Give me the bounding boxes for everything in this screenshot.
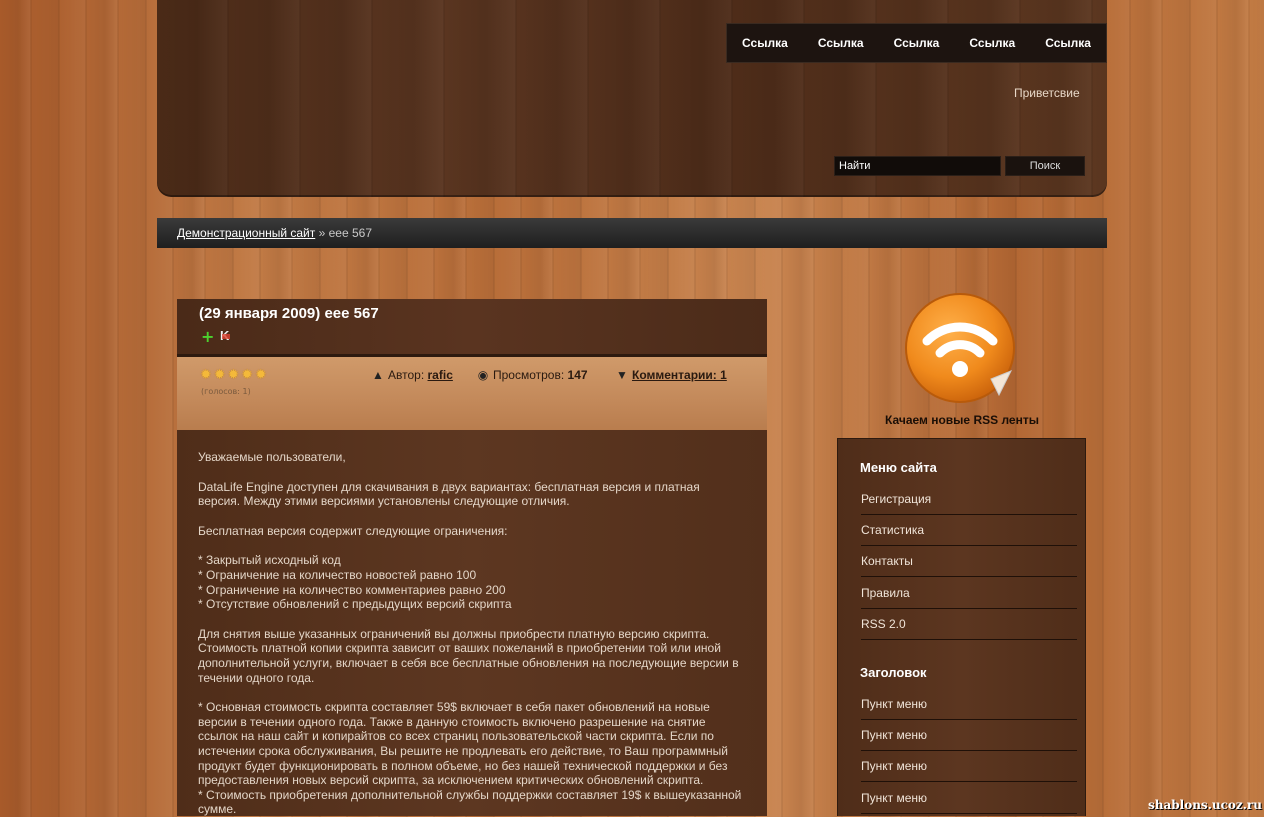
nav-link-4[interactable]: Ссылка: [969, 36, 1015, 50]
author-link[interactable]: rafic: [428, 368, 453, 382]
search-input[interactable]: [834, 156, 1001, 176]
rating-stars[interactable]: ✹ ✹ ✹ ✹ ✹: [200, 367, 267, 383]
article-paragraph: DataLife Engine доступен для скачивания …: [198, 479, 700, 509]
star-icon[interactable]: ✹: [200, 367, 212, 383]
sidebar-block: Меню сайта Регистрация Статистика Контак…: [837, 438, 1086, 816]
article-title: (29 января 2009) eee 567: [199, 305, 379, 322]
sidebar-menu-item[interactable]: Пункт меню: [861, 689, 1077, 720]
add-bookmark-icon[interactable]: +: [201, 329, 214, 345]
author-label: Автор:: [388, 368, 425, 382]
star-icon[interactable]: ✹: [227, 367, 239, 383]
sidebar-menu-item[interactable]: Пункт меню: [861, 783, 1077, 814]
article-header: (29 января 2009) eee 567 + K: [177, 299, 767, 357]
nav-link-3[interactable]: Ссылка: [894, 36, 940, 50]
comments-link[interactable]: Комментарии: 1: [632, 368, 727, 382]
user-icon: ▲: [372, 368, 384, 382]
article-paragraph: Бесплатная версия содержит следующие огр…: [198, 523, 508, 538]
comment-icon: ▼: [616, 368, 628, 382]
sidebar-item-statistics[interactable]: Статистика: [861, 515, 1077, 546]
star-icon[interactable]: ✹: [241, 367, 253, 383]
top-nav: Ссылка Ссылка Ссылка Ссылка Ссылка: [726, 23, 1107, 63]
views-info: ◉ Просмотров: 147: [476, 368, 588, 382]
article-paragraph: * Основная стоимость скрипта составляет …: [198, 700, 742, 817]
sidebar-menu-item[interactable]: Пункт меню: [861, 751, 1077, 782]
breadcrumb: Демонстрационный сайт » eee 567: [157, 218, 1107, 248]
sidebar-item-rss[interactable]: RSS 2.0: [861, 609, 1077, 640]
author-info: ▲ Автор: rafic: [371, 368, 453, 382]
article-meta: ✹ ✹ ✹ ✹ ✹ (голосов: 1) ▲ Автор: rafic ◉ Пр…: [177, 357, 767, 430]
sidebar-second-title: Заголовок: [860, 665, 927, 680]
sidebar-item-rules[interactable]: Правила: [861, 578, 1077, 609]
rss-caption: Качаем новые RSS ленты: [885, 413, 1039, 427]
article-body: Уважаемые пользователи, DataLife Engine …: [177, 430, 767, 816]
watermark-text: shablons.ucoz.ru: [1148, 798, 1262, 812]
comments-info: ▼ Комментарии: 1: [615, 368, 727, 382]
search-button[interactable]: Поиск: [1005, 156, 1085, 176]
nav-link-5[interactable]: Ссылка: [1045, 36, 1091, 50]
views-label: Просмотров:: [493, 368, 565, 382]
breadcrumb-current: eee 567: [328, 226, 372, 240]
breadcrumb-separator: »: [318, 226, 326, 240]
star-icon[interactable]: ✹: [214, 367, 226, 383]
rss-feed-icon[interactable]: [903, 291, 1018, 406]
sidebar-item-contacts[interactable]: Контакты: [861, 546, 1077, 577]
eye-icon: ◉: [477, 368, 489, 382]
sidebar-item-registration[interactable]: Регистрация: [861, 484, 1077, 515]
nav-link-2[interactable]: Ссылка: [818, 36, 864, 50]
votes-count: (голосов: 1): [201, 387, 251, 396]
sidebar-menu-title: Меню сайта: [860, 460, 937, 475]
sidebar-menu-item[interactable]: Пункт меню: [861, 720, 1077, 751]
star-icon[interactable]: ✹: [255, 367, 267, 383]
article-paragraph: Уважаемые пользователи,: [198, 450, 346, 464]
article-paragraph: Для снятия выше указанных ограничений вы…: [198, 626, 739, 685]
share-k-icon[interactable]: K: [220, 328, 231, 343]
greeting-text: Приветсвие: [1014, 86, 1080, 100]
breadcrumb-home-link[interactable]: Демонстрационный сайт: [177, 226, 315, 240]
article-paragraph: * Закрытый исходный код * Ограничение на…: [198, 553, 512, 612]
views-count: 147: [567, 368, 588, 382]
nav-link-1[interactable]: Ссылка: [742, 36, 788, 50]
